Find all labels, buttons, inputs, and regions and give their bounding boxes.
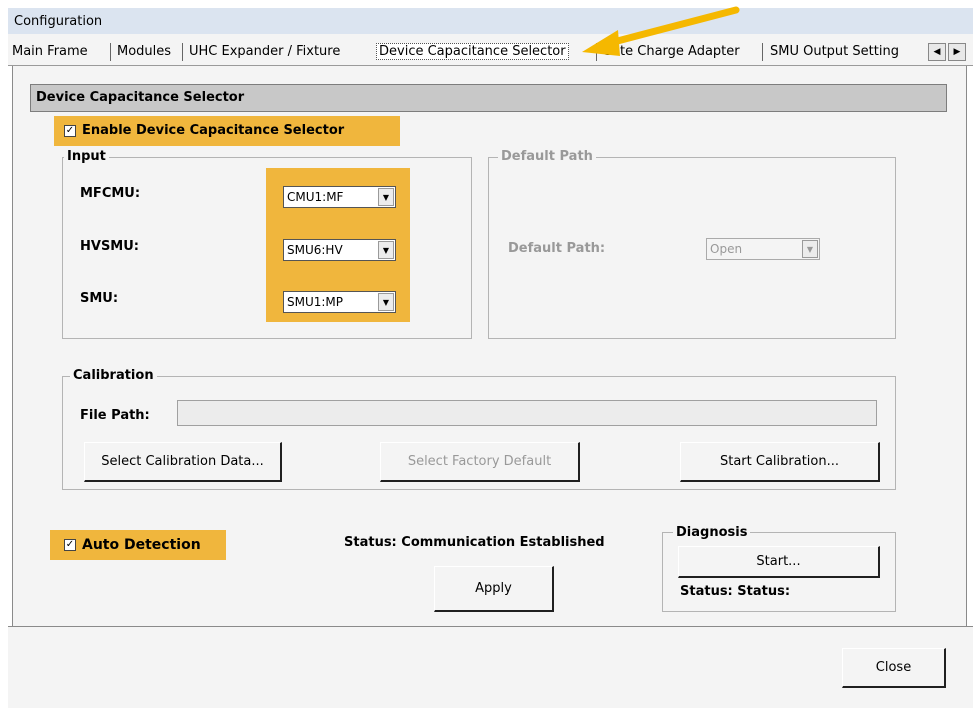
smu-label: SMU: (80, 291, 119, 306)
default-path-select[interactable]: Open ▼ (706, 238, 820, 260)
file-path-field[interactable] (177, 400, 877, 426)
tab-strip: Main Frame Modules UHC Expander / Fixtur… (8, 34, 973, 66)
hvsmu-value: SMU6:HV (287, 243, 343, 257)
tab-separator (762, 43, 763, 61)
annotation-arrow-icon (582, 6, 740, 56)
diagnosis-status: Status: Status: (680, 584, 791, 599)
hvsmu-select[interactable]: SMU6:HV ▼ (283, 239, 396, 261)
checkbox-checked-icon: ✓ (64, 539, 76, 551)
diagnosis-start-button[interactable]: Start... (678, 546, 880, 578)
auto-detection-checkbox[interactable]: ✓ Auto Detection (50, 530, 226, 560)
tab-uhc-expander[interactable]: UHC Expander / Fixture (189, 44, 340, 59)
diagnosis-group-title: Diagnosis (673, 525, 751, 540)
tab-modules[interactable]: Modules (117, 44, 171, 59)
apply-button[interactable]: Apply (434, 566, 554, 612)
start-calibration-button[interactable]: Start Calibration... (680, 442, 880, 482)
mfcmu-label: MFCMU: (80, 186, 141, 201)
calibration-group-title: Calibration (70, 368, 157, 383)
auto-detection-label: Auto Detection (82, 537, 201, 553)
smu-value: SMU1:MP (287, 295, 344, 309)
tab-separator (182, 43, 183, 61)
tab-device-capacitance-selector[interactable]: Device Capacitance Selector (376, 43, 569, 60)
window-titlebar: Configuration (8, 8, 973, 34)
default-path-group-title: Default Path (498, 149, 596, 164)
checkbox-checked-icon: ✓ (64, 124, 76, 137)
mfcmu-select[interactable]: CMU1:MF ▼ (283, 186, 396, 208)
enable-selector-checkbox[interactable]: ✓ Enable Device Capacitance Selector (54, 116, 400, 146)
panel-header: Device Capacitance Selector (30, 84, 947, 112)
smu-select[interactable]: SMU1:MP ▼ (283, 291, 396, 313)
hvsmu-label: HVSMU: (80, 239, 139, 254)
panel-header-title: Device Capacitance Selector (36, 90, 245, 105)
file-path-label: File Path: (80, 408, 150, 423)
status-text: Status: Communication Established (344, 535, 605, 550)
enable-selector-label: Enable Device Capacitance Selector (82, 123, 345, 138)
close-button[interactable]: Close (842, 648, 946, 688)
select-calibration-data-button[interactable]: Select Calibration Data... (84, 442, 282, 482)
default-path-value: Open (710, 242, 743, 256)
default-path-label: Default Path: (508, 241, 606, 256)
chevron-down-icon: ▼ (378, 293, 394, 311)
chevron-down-icon: ▼ (378, 241, 394, 259)
tab-scroll-right-icon[interactable]: ▶ (948, 43, 966, 61)
select-factory-default-button[interactable]: Select Factory Default (380, 442, 580, 482)
tab-scroll-left-icon[interactable]: ◀ (928, 43, 946, 61)
chevron-down-icon: ▼ (802, 240, 818, 258)
tab-separator (110, 43, 111, 61)
mfcmu-value: CMU1:MF (287, 190, 344, 204)
tab-main-frame[interactable]: Main Frame (12, 44, 88, 59)
input-group-title: Input (64, 149, 109, 164)
window-title: Configuration (14, 14, 103, 29)
tab-smu-output-setting[interactable]: SMU Output Setting (770, 44, 899, 59)
dialog-footer (8, 626, 973, 708)
chevron-down-icon: ▼ (378, 188, 394, 206)
